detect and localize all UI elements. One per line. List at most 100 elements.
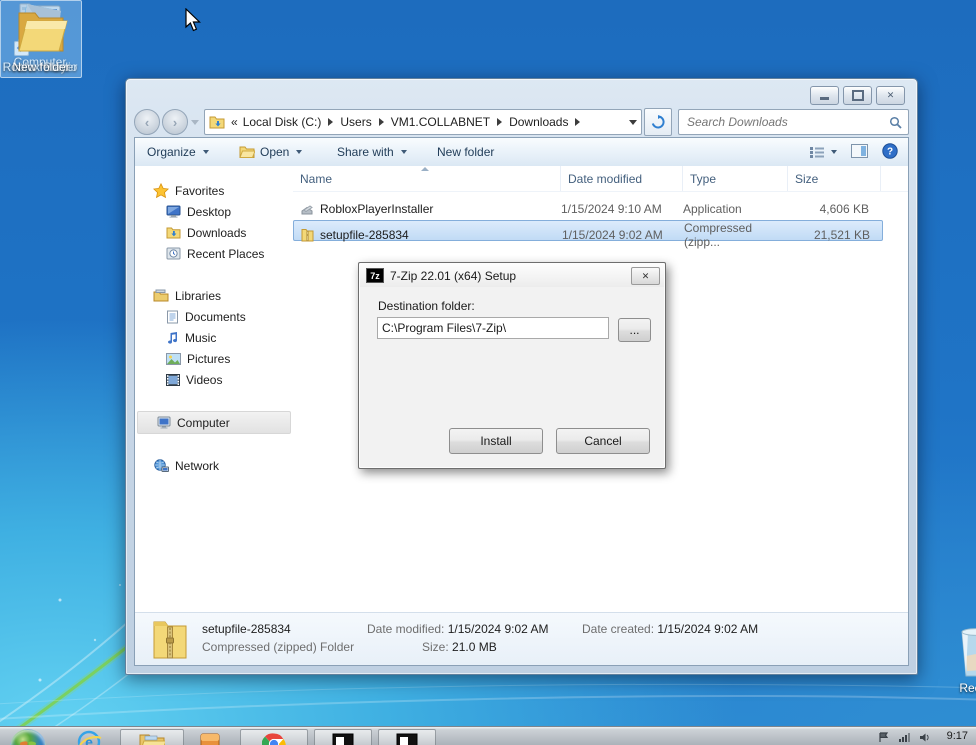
sidebar-item-label: Network [175, 458, 220, 473]
sidebar-item-documents[interactable]: Documents [135, 306, 293, 327]
column-header-date-modified[interactable]: Date modified [561, 166, 683, 191]
chevron-down-icon [831, 150, 837, 154]
help-button[interactable]: ? [882, 142, 898, 162]
sidebar-item-network[interactable]: Network [135, 455, 293, 476]
breadcrumb-downloads[interactable]: Downloads [509, 115, 568, 129]
search-box[interactable] [678, 109, 909, 135]
dialog-close-button[interactable]: ✕ [631, 267, 660, 285]
dialog-title: 7-Zip 22.01 (x64) Setup [390, 268, 517, 283]
windows-logo-icon [20, 741, 36, 745]
taskbar-chrome-button[interactable] [240, 729, 308, 745]
maximize-icon [851, 90, 864, 101]
dialog-title-bar[interactable]: 7z 7-Zip 22.01 (x64) Setup [360, 264, 664, 287]
svg-text:?: ? [887, 146, 893, 157]
column-header-type[interactable]: Type [683, 166, 788, 191]
installer-icon [200, 733, 220, 745]
navigation-pane: Favorites Desktop Downloads Recent Place… [135, 166, 293, 613]
recent-places-icon [166, 247, 181, 260]
taskbar-setup-button[interactable] [198, 730, 222, 745]
chrome-icon [262, 733, 286, 745]
details-pane: setupfile-285834 Compressed (zipped) Fol… [135, 612, 908, 665]
sidebar-item-label: Pictures [187, 351, 231, 366]
network-icon [154, 458, 169, 472]
search-input[interactable] [685, 114, 889, 130]
breadcrumb-local-disk[interactable]: Local Disk (C:) [243, 115, 322, 129]
breadcrumb-separator-icon[interactable] [575, 118, 581, 126]
sidebar-item-computer[interactable]: Computer [137, 411, 291, 434]
sidebar-item-label: Videos [186, 372, 223, 387]
views-icon [810, 146, 824, 158]
back-button[interactable]: ‹ [134, 109, 160, 135]
share-with-button[interactable]: Share with [337, 138, 407, 166]
destination-folder-input[interactable] [377, 317, 609, 339]
preview-pane-icon [851, 143, 868, 158]
sidebar-group-favorites[interactable]: Favorites [135, 180, 293, 201]
taskbar-clock[interactable]: 9:17 [947, 730, 968, 742]
desktop-icon-recycle-bin[interactable]: Recyc [936, 626, 976, 695]
taskbar: e 9:17 [0, 726, 976, 745]
refresh-button[interactable] [644, 108, 672, 136]
taskbar-ie-button[interactable]: e [76, 729, 102, 745]
address-dropdown-icon[interactable] [629, 119, 637, 125]
organize-label: Organize [147, 145, 196, 159]
details-file-type: Compressed (zipped) Folder [202, 640, 355, 654]
minimize-button[interactable] [810, 86, 839, 105]
taskbar-app-button-2[interactable] [378, 729, 436, 745]
column-header-size[interactable]: Size [788, 166, 881, 191]
sidebar-item-downloads[interactable]: Downloads [135, 222, 293, 243]
sidebar-item-label: Computer [177, 415, 230, 430]
breadcrumb-user[interactable]: VM1.COLLABNET [391, 115, 490, 129]
folder-icon [18, 12, 68, 52]
address-bar[interactable]: « Local Disk (C:) Users VM1.COLLABNET Do… [204, 109, 642, 135]
sidebar-group-label: Favorites [175, 183, 225, 198]
install-label: Install [480, 434, 512, 448]
forward-button[interactable]: › [162, 109, 188, 135]
close-icon: ✕ [886, 90, 895, 100]
back-arrow-icon: ‹ [144, 114, 150, 130]
sidebar-item-label: Music [185, 330, 217, 345]
file-row-robloxplayerinstaller[interactable]: RobloxPlayerInstaller 1/15/2024 9:10 AM … [293, 198, 881, 219]
change-view-button[interactable] [809, 146, 837, 159]
desktop-icon-new-folder[interactable]: New folder [0, 0, 82, 78]
cancel-label: Cancel [584, 434, 622, 448]
start-button[interactable] [10, 729, 46, 745]
recent-pages-dropdown-icon[interactable] [191, 119, 199, 125]
sidebar-item-recent-places[interactable]: Recent Places [135, 243, 293, 264]
breadcrumb-users[interactable]: Users [340, 115, 371, 129]
cancel-button[interactable]: Cancel [556, 428, 650, 454]
taskbar-app-button-1[interactable] [314, 729, 372, 745]
computer-icon [157, 416, 171, 429]
breadcrumb-separator-icon[interactable] [328, 118, 334, 126]
sidebar-item-label: Documents [185, 309, 246, 324]
breadcrumb-separator-icon[interactable] [497, 118, 503, 126]
network-tray-icon [899, 733, 910, 742]
file-row-setupfile-285834[interactable]: setupfile-285834 1/15/2024 9:02 AM Compr… [293, 220, 883, 249]
organize-button[interactable]: Organize [147, 138, 209, 166]
install-button[interactable]: Install [449, 428, 543, 454]
preview-pane-button[interactable] [851, 143, 868, 161]
sidebar-item-music[interactable]: Music [135, 327, 293, 348]
browse-button[interactable]: ... [618, 318, 651, 342]
system-tray[interactable] [878, 732, 930, 743]
share-with-label: Share with [337, 145, 394, 159]
close-icon: ✕ [641, 270, 650, 281]
desktop-icon-label: Recyc [959, 681, 976, 695]
breadcrumb-separator-icon[interactable] [378, 118, 384, 126]
mouse-cursor [185, 8, 201, 32]
taskbar-explorer-button[interactable] [120, 729, 184, 745]
zip-folder-large-icon [153, 621, 187, 659]
7zip-icon: 7z [366, 268, 384, 283]
file-type: Application [683, 201, 742, 216]
close-button[interactable]: ✕ [876, 86, 905, 105]
minimize-icon [820, 97, 829, 100]
new-folder-button[interactable]: New folder [437, 138, 494, 166]
volume-tray-icon [920, 733, 929, 742]
maximize-button[interactable] [843, 86, 872, 105]
sidebar-item-videos[interactable]: Videos [135, 369, 293, 390]
sidebar-item-pictures[interactable]: Pictures [135, 348, 293, 369]
desktop-icon-label: New folder [12, 60, 70, 74]
sidebar-group-libraries[interactable]: Libraries [135, 285, 293, 306]
open-button[interactable]: Open [239, 138, 303, 166]
file-type: Compressed (zipp... [684, 221, 753, 249]
sidebar-item-desktop[interactable]: Desktop [135, 201, 293, 222]
